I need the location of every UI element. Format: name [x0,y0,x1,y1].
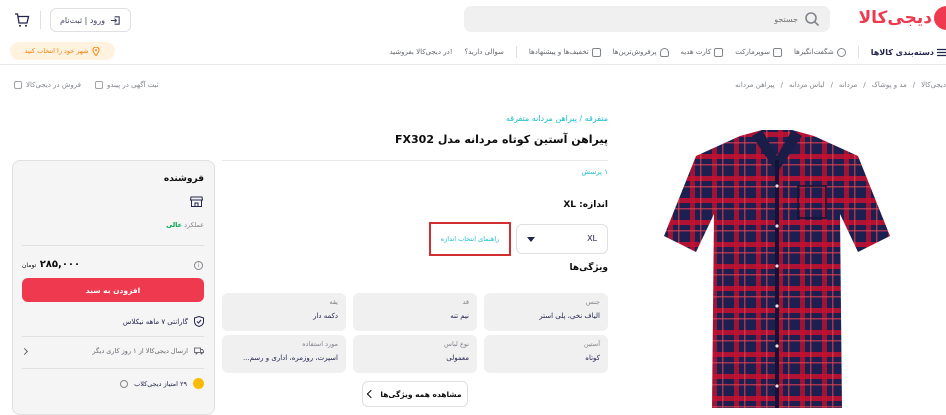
gift-card-icon [714,47,724,57]
tag-icon [591,47,601,57]
digiclub-points-row: ۲۹ امتیاز دیجی‌کلاب [100,378,204,389]
nav-item-gift-card[interactable]: کارت هدیه [681,47,724,57]
breadcrumb-item[interactable]: دیجی‌کالا [921,81,946,89]
sell-on-digikala-link[interactable]: فروش در دیجی‌کالا [14,81,81,89]
nav-separator [515,46,517,58]
category-links[interactable]: متفرقه / پیراهن مردانه متفرقه [420,114,608,123]
login-icon [110,15,120,25]
feature-collar: یقه دکمه دار [222,293,346,331]
info-icon[interactable]: i [194,261,203,270]
seller-heading: فروشنده [163,174,204,184]
chevron-left-icon [20,347,29,355]
breadcrumb-item[interactable]: پیراهن مردانه [735,81,775,89]
seller-divider [22,245,204,246]
cart-icon[interactable] [14,12,30,28]
search-icon [805,12,820,27]
seller-divider [22,368,204,369]
main-nav: دسته‌بندی کالاها شگفت‌انگیزها سوپرمارکت … [380,44,946,60]
nav-item-categories[interactable]: دسته‌بندی کالاها [871,48,946,57]
size-label: اندازه: XL [563,200,608,210]
chevron-down-icon [527,237,535,242]
pindo-ad-link[interactable]: ثبت آگهی در پیندو [94,81,159,89]
size-select[interactable]: XL [516,224,608,254]
product-title: پیراهن آستین کوتاه مردانه مدل FX302 [395,133,608,146]
feature-sleeve: آستین کوتاه [484,335,608,373]
header-divider [40,11,41,29]
feature-type: نوع لباس معمولی [353,335,477,373]
nav-item-questions[interactable]: سوالی دارید؟ [465,48,504,56]
city-selector[interactable]: شهر خود را انتخاب کنید [10,42,115,60]
breadcrumb-item[interactable]: مد و پوشاک [872,81,907,89]
feature-material: جنس الیاف نخی، پلی استر [484,293,608,331]
nav-item-supermarket[interactable]: سوپرمارکت [735,47,783,57]
features-heading: ویژگی‌ها [569,263,608,273]
truck-icon [194,347,204,355]
coin-icon [193,378,204,389]
basket-icon [773,47,783,57]
product-image[interactable] [662,126,892,412]
shipping-row[interactable]: ارسال دیجی‌کالا از ۱ روز کاری دیگر [20,347,204,355]
feature-length: قد نیم تنه [353,293,477,331]
flame-icon [659,47,669,57]
breadcrumb-item[interactable]: مردانه [839,81,857,89]
performance-value: عالی [166,221,183,229]
seller-divider [22,336,204,337]
nav-divider [0,64,946,65]
info-icon[interactable] [120,379,129,388]
search-input[interactable] [498,9,798,29]
search-box[interactable] [464,6,830,32]
questions-link[interactable]: ۱ پرسش [500,168,608,176]
add-to-cart-button[interactable]: افزودن به سبد [22,278,204,302]
location-pin-icon [92,46,101,56]
sell-links: فروش در دیجی‌کالا ثبت آگهی در پیندو [14,81,159,89]
guarantee-row: گارانتی ۷ ماهه نیکلاس [80,316,204,327]
breadcrumb: دیجی‌کالا / مد و پوشاک / مردانه / لباس مردا… [735,81,946,89]
title-divider [222,160,608,161]
price: ۲۸۵,۰۰۰ تومان [22,259,81,270]
nav-item-sell[interactable]: در دیجی‌کالا بفروشید! [389,48,452,56]
currency: تومان [22,262,37,269]
digikala-logo[interactable]: دیجی‌کالا [842,6,946,30]
shop-icon [14,81,22,89]
feature-usage: مورد استفاده اسپرت، روزمره، اداری و رسم.… [222,335,346,373]
menu-icon [937,48,946,56]
login-button[interactable]: ورود | ثبت‌نام [50,8,131,32]
size-select-value: XL [587,234,597,243]
nav-separator [857,46,859,58]
size-guide-link[interactable]: راهنمای انتخاب اندازه [429,222,511,256]
store-icon [190,196,203,207]
logo-mark-icon [934,6,946,30]
nav-item-amazing[interactable]: شگفت‌انگیزها [794,47,846,57]
chevron-left-icon [367,389,376,399]
percent-icon [836,47,846,57]
nav-item-offers[interactable]: تخفیف‌ها و پیشنهادها [529,47,601,57]
megaphone-icon [94,81,103,89]
breadcrumb-item[interactable]: لباس مردانه [789,81,825,89]
all-features-button[interactable]: مشاهده همه ویژگی‌ها [362,381,468,407]
seller-performance: عملکرد عالی [166,221,204,229]
nav-item-bestsellers[interactable]: پرفروش‌ترین‌ها [613,47,669,57]
shield-icon [194,316,204,327]
